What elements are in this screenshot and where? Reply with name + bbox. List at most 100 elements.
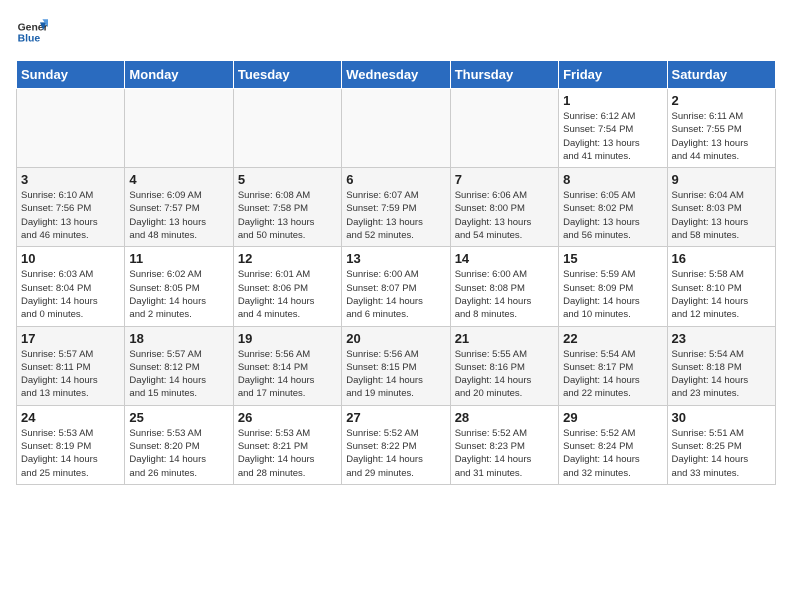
day-info: Sunrise: 6:09 AM Sunset: 7:57 PM Dayligh…: [129, 189, 228, 242]
day-number: 7: [455, 172, 554, 187]
day-number: 5: [238, 172, 337, 187]
day-info: Sunrise: 6:00 AM Sunset: 8:07 PM Dayligh…: [346, 268, 445, 321]
day-info: Sunrise: 6:08 AM Sunset: 7:58 PM Dayligh…: [238, 189, 337, 242]
calendar-header-saturday: Saturday: [667, 61, 775, 89]
day-number: 29: [563, 410, 662, 425]
day-number: 18: [129, 331, 228, 346]
calendar-cell: 16 Sunrise: 5:58 AM Sunset: 8:10 PM Dayli…: [667, 247, 775, 326]
calendar-cell: 8 Sunrise: 6:05 AM Sunset: 8:02 PM Daylig…: [559, 168, 667, 247]
day-number: 8: [563, 172, 662, 187]
day-info: Sunrise: 5:53 AM Sunset: 8:20 PM Dayligh…: [129, 427, 228, 480]
calendar-cell: 26 Sunrise: 5:53 AM Sunset: 8:21 PM Dayli…: [233, 405, 341, 484]
calendar-cell: 29 Sunrise: 5:52 AM Sunset: 8:24 PM Dayli…: [559, 405, 667, 484]
calendar-week-4: 17Sunrise: 5:57 AM Sunset: 8:11 PM Dayli…: [17, 326, 776, 405]
calendar-cell: [233, 89, 341, 168]
calendar-cell: 28 Sunrise: 5:52 AM Sunset: 8:23 PM Dayli…: [450, 405, 558, 484]
day-info: Sunrise: 5:51 AM Sunset: 8:25 PM Dayligh…: [672, 427, 771, 480]
calendar-cell: 7 Sunrise: 6:06 AM Sunset: 8:00 PM Daylig…: [450, 168, 558, 247]
calendar-cell: 22 Sunrise: 5:54 AM Sunset: 8:17 PM Dayli…: [559, 326, 667, 405]
day-number: 13: [346, 251, 445, 266]
calendar-body: 1 Sunrise: 6:12 AM Sunset: 7:54 PM Daylig…: [17, 89, 776, 485]
day-info: Sunrise: 6:01 AM Sunset: 8:06 PM Dayligh…: [238, 268, 337, 321]
calendar-cell: 25 Sunrise: 5:53 AM Sunset: 8:20 PM Dayli…: [125, 405, 233, 484]
day-number: 11: [129, 251, 228, 266]
calendar-cell: 10Sunrise: 6:03 AM Sunset: 8:04 PM Dayli…: [17, 247, 125, 326]
day-number: 27: [346, 410, 445, 425]
calendar-cell: 27 Sunrise: 5:52 AM Sunset: 8:22 PM Dayli…: [342, 405, 450, 484]
calendar-cell: 11 Sunrise: 6:02 AM Sunset: 8:05 PM Dayli…: [125, 247, 233, 326]
day-number: 22: [563, 331, 662, 346]
day-number: 6: [346, 172, 445, 187]
day-number: 3: [21, 172, 120, 187]
calendar-cell: 19 Sunrise: 5:56 AM Sunset: 8:14 PM Dayli…: [233, 326, 341, 405]
day-info: Sunrise: 5:56 AM Sunset: 8:15 PM Dayligh…: [346, 348, 445, 401]
day-info: Sunrise: 5:53 AM Sunset: 8:19 PM Dayligh…: [21, 427, 120, 480]
calendar-table: SundayMondayTuesdayWednesdayThursdayFrid…: [16, 60, 776, 485]
day-info: Sunrise: 6:02 AM Sunset: 8:05 PM Dayligh…: [129, 268, 228, 321]
calendar-cell: [450, 89, 558, 168]
day-info: Sunrise: 5:52 AM Sunset: 8:23 PM Dayligh…: [455, 427, 554, 480]
calendar-cell: 15 Sunrise: 5:59 AM Sunset: 8:09 PM Dayli…: [559, 247, 667, 326]
calendar-cell: 9 Sunrise: 6:04 AM Sunset: 8:03 PM Daylig…: [667, 168, 775, 247]
day-info: Sunrise: 5:54 AM Sunset: 8:17 PM Dayligh…: [563, 348, 662, 401]
day-number: 26: [238, 410, 337, 425]
calendar-cell: 13 Sunrise: 6:00 AM Sunset: 8:07 PM Dayli…: [342, 247, 450, 326]
day-number: 30: [672, 410, 771, 425]
day-number: 4: [129, 172, 228, 187]
day-info: Sunrise: 5:52 AM Sunset: 8:24 PM Dayligh…: [563, 427, 662, 480]
calendar-header-wednesday: Wednesday: [342, 61, 450, 89]
calendar-cell: 20 Sunrise: 5:56 AM Sunset: 8:15 PM Dayli…: [342, 326, 450, 405]
day-number: 12: [238, 251, 337, 266]
calendar-header-tuesday: Tuesday: [233, 61, 341, 89]
day-number: 19: [238, 331, 337, 346]
day-number: 2: [672, 93, 771, 108]
calendar-cell: 17Sunrise: 5:57 AM Sunset: 8:11 PM Dayli…: [17, 326, 125, 405]
calendar-week-5: 24Sunrise: 5:53 AM Sunset: 8:19 PM Dayli…: [17, 405, 776, 484]
day-info: Sunrise: 6:06 AM Sunset: 8:00 PM Dayligh…: [455, 189, 554, 242]
day-info: Sunrise: 5:55 AM Sunset: 8:16 PM Dayligh…: [455, 348, 554, 401]
day-info: Sunrise: 5:59 AM Sunset: 8:09 PM Dayligh…: [563, 268, 662, 321]
day-number: 23: [672, 331, 771, 346]
calendar-cell: 5 Sunrise: 6:08 AM Sunset: 7:58 PM Daylig…: [233, 168, 341, 247]
calendar-week-2: 3Sunrise: 6:10 AM Sunset: 7:56 PM Daylig…: [17, 168, 776, 247]
calendar-cell: 3Sunrise: 6:10 AM Sunset: 7:56 PM Daylig…: [17, 168, 125, 247]
day-info: Sunrise: 6:00 AM Sunset: 8:08 PM Dayligh…: [455, 268, 554, 321]
day-info: Sunrise: 6:12 AM Sunset: 7:54 PM Dayligh…: [563, 110, 662, 163]
calendar-cell: 24Sunrise: 5:53 AM Sunset: 8:19 PM Dayli…: [17, 405, 125, 484]
svg-text:Blue: Blue: [18, 34, 41, 45]
day-info: Sunrise: 5:53 AM Sunset: 8:21 PM Dayligh…: [238, 427, 337, 480]
calendar-cell: 23Sunrise: 5:54 AM Sunset: 8:18 PM Dayli…: [667, 326, 775, 405]
day-number: 15: [563, 251, 662, 266]
day-info: Sunrise: 6:07 AM Sunset: 7:59 PM Dayligh…: [346, 189, 445, 242]
logo: General Blue: [16, 16, 48, 48]
calendar-cell: [17, 89, 125, 168]
calendar-cell: [125, 89, 233, 168]
calendar-week-3: 10Sunrise: 6:03 AM Sunset: 8:04 PM Dayli…: [17, 247, 776, 326]
day-number: 17: [21, 331, 120, 346]
calendar-cell: 1 Sunrise: 6:12 AM Sunset: 7:54 PM Daylig…: [559, 89, 667, 168]
calendar-cell: 21Sunrise: 5:55 AM Sunset: 8:16 PM Dayli…: [450, 326, 558, 405]
day-info: Sunrise: 6:04 AM Sunset: 8:03 PM Dayligh…: [672, 189, 771, 242]
calendar-cell: 12 Sunrise: 6:01 AM Sunset: 8:06 PM Dayli…: [233, 247, 341, 326]
calendar-cell: 6 Sunrise: 6:07 AM Sunset: 7:59 PM Daylig…: [342, 168, 450, 247]
day-info: Sunrise: 5:56 AM Sunset: 8:14 PM Dayligh…: [238, 348, 337, 401]
day-number: 9: [672, 172, 771, 187]
day-number: 16: [672, 251, 771, 266]
day-info: Sunrise: 6:05 AM Sunset: 8:02 PM Dayligh…: [563, 189, 662, 242]
day-info: Sunrise: 6:11 AM Sunset: 7:55 PM Dayligh…: [672, 110, 771, 163]
header: General Blue: [16, 16, 776, 48]
logo-icon: General Blue: [16, 16, 48, 48]
calendar-header-sunday: Sunday: [17, 61, 125, 89]
day-number: 28: [455, 410, 554, 425]
calendar-cell: 2 Sunrise: 6:11 AM Sunset: 7:55 PM Daylig…: [667, 89, 775, 168]
day-number: 1: [563, 93, 662, 108]
day-number: 20: [346, 331, 445, 346]
calendar-header-row: SundayMondayTuesdayWednesdayThursdayFrid…: [17, 61, 776, 89]
calendar-cell: 14Sunrise: 6:00 AM Sunset: 8:08 PM Dayli…: [450, 247, 558, 326]
calendar-week-1: 1 Sunrise: 6:12 AM Sunset: 7:54 PM Daylig…: [17, 89, 776, 168]
day-number: 25: [129, 410, 228, 425]
calendar-cell: 18 Sunrise: 5:57 AM Sunset: 8:12 PM Dayli…: [125, 326, 233, 405]
day-info: Sunrise: 5:58 AM Sunset: 8:10 PM Dayligh…: [672, 268, 771, 321]
day-info: Sunrise: 5:57 AM Sunset: 8:12 PM Dayligh…: [129, 348, 228, 401]
day-info: Sunrise: 5:52 AM Sunset: 8:22 PM Dayligh…: [346, 427, 445, 480]
